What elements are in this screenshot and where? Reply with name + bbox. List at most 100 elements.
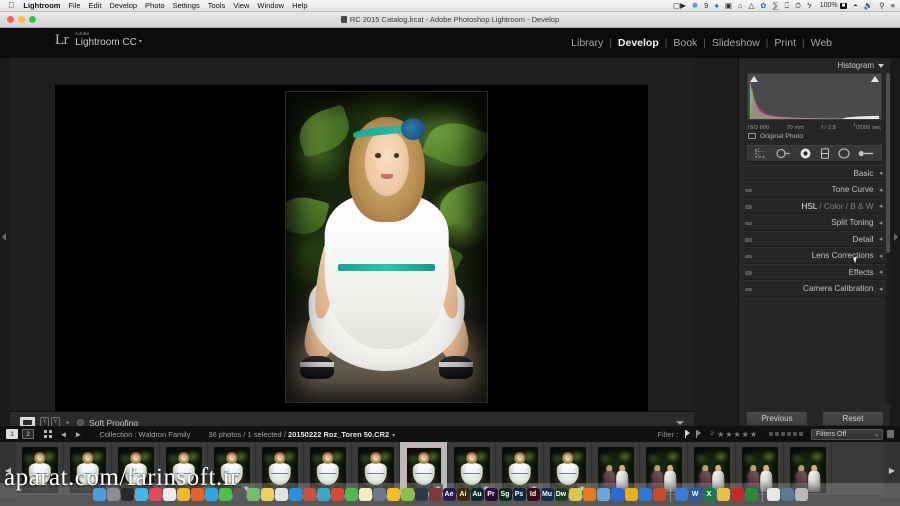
menu-item-settings[interactable]: Settings: [173, 1, 200, 10]
star-1[interactable]: ★: [717, 430, 724, 439]
panel-row-basic[interactable]: Basic ◂: [739, 164, 890, 182]
red-eye-correction-icon[interactable]: [799, 148, 812, 159]
dropbox-app-icon[interactable]: [638, 488, 652, 501]
word-icon[interactable]: W: [688, 488, 702, 501]
speedgrade-icon[interactable]: Sg: [498, 488, 512, 501]
waveform-icon[interactable]: ⅀: [773, 2, 779, 10]
module-print[interactable]: Print: [768, 37, 802, 49]
balsamiq-icon[interactable]: [568, 488, 582, 501]
triangle-down-icon[interactable]: [878, 63, 884, 68]
after-effects-icon[interactable]: Ae: [442, 488, 456, 501]
airplay-icon[interactable]: ⎕: [785, 2, 790, 10]
star-2[interactable]: ★: [725, 430, 732, 439]
panel-switch[interactable]: [745, 254, 752, 259]
color-label-red[interactable]: [769, 432, 773, 436]
main-window-button[interactable]: 1: [6, 429, 18, 439]
indesign-icon[interactable]: Id: [526, 488, 540, 501]
panel-switch[interactable]: [745, 205, 752, 209]
printer-icon[interactable]: [674, 488, 688, 501]
video-camera-icon[interactable]: ▢▶: [673, 2, 686, 10]
left-panel-collapsed[interactable]: [0, 58, 10, 433]
color-label-blue[interactable]: [787, 432, 791, 436]
cyberduck-icon[interactable]: [596, 488, 610, 501]
radial-filter-icon[interactable]: [838, 148, 850, 159]
image-canvas[interactable]: [10, 58, 694, 433]
collapse-right-panel-icon[interactable]: [894, 233, 898, 241]
chevron-icon[interactable]: ◂: [880, 285, 883, 293]
appstore-icon[interactable]: [288, 488, 302, 501]
menu-item-file[interactable]: File: [68, 1, 80, 10]
menu-item-lightroom[interactable]: Lightroom: [23, 1, 60, 10]
menu-item-develop[interactable]: Develop: [109, 1, 137, 10]
maps-icon[interactable]: [246, 488, 260, 501]
rating-filter[interactable]: ≥ ★ ★ ★ ★ ★: [710, 430, 757, 439]
star-4[interactable]: ★: [742, 430, 749, 439]
dropbox-icon[interactable]: ❅: [692, 2, 698, 10]
color-label-green[interactable]: [781, 432, 785, 436]
histogram[interactable]: [747, 73, 882, 120]
spot-removal-icon[interactable]: [776, 148, 791, 159]
scanner-icon[interactable]: [400, 488, 414, 501]
bird-icon[interactable]: ●: [714, 2, 719, 10]
apple-icon[interactable]: : [8, 1, 14, 10]
menu-item-photo[interactable]: Photo: [145, 1, 165, 10]
lock-icon[interactable]: [887, 430, 894, 438]
premiere-icon[interactable]: Pr: [484, 488, 498, 501]
panel-switch[interactable]: [745, 221, 752, 226]
itunes-icon[interactable]: [302, 488, 316, 501]
color-label-filter[interactable]: [769, 432, 803, 436]
filter-preset-select[interactable]: Filters Off ⌄: [811, 428, 883, 440]
panel-row-detail[interactable]: Detail ◂: [739, 230, 890, 248]
chevron-icon[interactable]: ◂: [880, 235, 883, 243]
panel-switch[interactable]: [745, 188, 752, 193]
chevron-icon[interactable]: ◂: [880, 252, 883, 260]
bluetooth-icon[interactable]: ᔭ: [807, 2, 812, 10]
chevron-icon[interactable]: ◂: [880, 169, 883, 177]
notes-icon[interactable]: [260, 488, 274, 501]
pages-icon[interactable]: [274, 488, 288, 501]
color-label-purple[interactable]: [793, 432, 797, 436]
display-icon[interactable]: ▣: [725, 2, 732, 10]
battery-icon[interactable]: ■: [839, 2, 848, 9]
shadow-clipping-icon[interactable]: [750, 76, 758, 82]
menu-item-help[interactable]: Help: [292, 1, 307, 10]
prev-photo-icon[interactable]: ◄: [60, 430, 68, 439]
next-photo-icon[interactable]: ►: [74, 430, 82, 439]
menu-item-view[interactable]: View: [233, 1, 249, 10]
main-photo[interactable]: [286, 92, 487, 402]
panel-row-tone-curve[interactable]: Tone Curve ◂: [739, 181, 890, 198]
flag-pick-icon[interactable]: [684, 430, 691, 438]
panel-row-split-toning[interactable]: Split Toning ◂: [739, 214, 890, 231]
camtasia-icon[interactable]: [386, 488, 400, 501]
typekit-icon[interactable]: [316, 488, 330, 501]
module-web[interactable]: Web: [805, 37, 838, 49]
wifi-icon[interactable]: ◓: [853, 2, 858, 10]
right-edge-handle[interactable]: [890, 58, 900, 433]
sketch-icon[interactable]: [624, 488, 638, 501]
original-photo-row[interactable]: Original Photo: [739, 131, 890, 140]
stickies-icon[interactable]: [358, 488, 372, 501]
reset-button[interactable]: Reset: [822, 410, 884, 426]
downloads-stack-icon[interactable]: [780, 488, 794, 501]
previous-button[interactable]: Previous: [746, 410, 808, 426]
audition-icon[interactable]: Au: [470, 488, 484, 501]
lightroom-icon[interactable]: [414, 488, 428, 501]
bridge-icon[interactable]: [428, 488, 442, 501]
list-icon[interactable]: ≡: [891, 2, 895, 10]
rating-operator[interactable]: ≥: [710, 430, 714, 439]
excel-icon[interactable]: X: [702, 488, 716, 501]
volume-icon[interactable]: 🔊: [864, 2, 873, 10]
muse-icon[interactable]: Mu: [540, 488, 554, 501]
panel-switch[interactable]: [745, 271, 752, 275]
acrobat-reader-icon[interactable]: [766, 488, 780, 501]
dreamweaver-icon[interactable]: Dw: [554, 488, 568, 501]
panel-row-camera-calibration[interactable]: Camera Calibration ◂: [739, 280, 890, 297]
chevron-icon[interactable]: ◂: [880, 202, 883, 210]
module-slideshow[interactable]: Slideshow: [706, 37, 766, 49]
triangle-down-icon[interactable]: [676, 420, 684, 425]
adjustment-brush-icon[interactable]: [858, 148, 874, 159]
module-develop[interactable]: Develop: [612, 37, 665, 49]
menu-item-window[interactable]: Window: [257, 1, 284, 10]
star-5[interactable]: ★: [750, 430, 757, 439]
expand-left-panel-icon[interactable]: [2, 233, 6, 241]
